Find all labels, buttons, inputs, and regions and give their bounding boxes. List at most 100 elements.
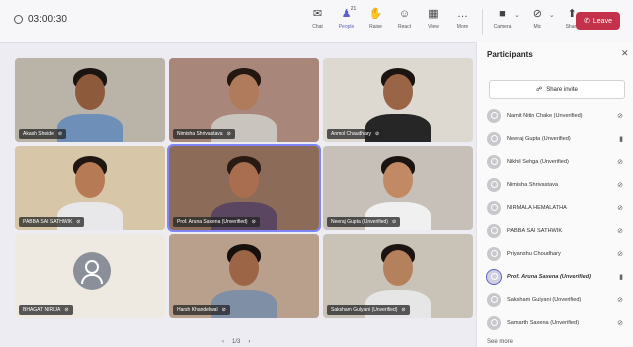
participant-row[interactable]: Nikhil Sehga (Unverified) ⊘ [487, 150, 627, 173]
avatar [487, 292, 501, 307]
avatar [487, 246, 501, 261]
leave-button[interactable]: ✆ Leave [576, 12, 620, 30]
participants-list: Namit Nitin Chake (Unverified) ⊘ Neeraj Gu… [486, 104, 627, 334]
camera-icon: ■ [499, 8, 506, 20]
video-tile[interactable]: Prof. Aruna Saxena (Unverified) ⊘ [167, 144, 321, 232]
video-tile[interactable]: PABBA SAI SATHWIK ⊘ [15, 146, 165, 230]
mic-off-icon: ⊘ [532, 8, 542, 20]
person-icon [490, 319, 498, 326]
video-tile[interactable]: Neeraj Gupta (Unverified) ⊘ [323, 146, 473, 230]
mic-off-icon: ⊘ [401, 307, 406, 313]
participant-name: Anmol Chaudhary [331, 131, 372, 137]
mic-off-icon: ⊘ [617, 158, 623, 166]
participant-face [75, 74, 105, 110]
participant-name: BHAGAT NIRIJA [23, 307, 61, 313]
participant-face [383, 74, 413, 110]
panel-title: Participants [487, 50, 533, 59]
participant-row-name: Namit Nitin Chake (Unverified) [507, 112, 583, 119]
mic-off-icon: ⊘ [375, 131, 380, 137]
participant-name-tag: BHAGAT NIRIJA ⊘ [19, 305, 73, 315]
video-tile[interactable]: BHAGAT NIRIJA ⊘ [15, 234, 165, 318]
pager-next-button[interactable]: › [248, 339, 250, 345]
mic-off-icon: ⊘ [221, 307, 226, 313]
pager-prev-button[interactable]: ‹ [222, 339, 224, 345]
person-icon [490, 158, 498, 165]
participant-name-tag: PABBA SAI SATHWIK ⊘ [19, 217, 85, 227]
more-icon: … [457, 8, 468, 20]
gallery-pager: ‹ 1/3 › [222, 339, 250, 345]
avatar [487, 108, 501, 123]
participant-row[interactable]: NIRMALA HEMALATHA ⊘ [487, 196, 627, 219]
participant-row[interactable]: Samarth Saxena (Unverified) ⊘ [487, 311, 627, 334]
see-more-link[interactable]: See more [487, 339, 513, 345]
chevron-down-icon[interactable]: ⌄ [549, 11, 555, 35]
mic-on-icon: ▮ [619, 135, 623, 143]
participant-name-tag: Neeraj Gupta (Unverified) ⊘ [327, 217, 401, 227]
toolbar-divider [482, 9, 483, 35]
participant-row[interactable]: Prof. Aruna Saxena (Unverified) ▮ [486, 265, 627, 288]
participant-row[interactable]: Neeraj Gupta (Unverified) ▮ [487, 127, 627, 150]
participant-name-tag: Anmol Chaudhary ⊘ [327, 129, 384, 139]
toolbar-mic-button[interactable]: ⊘ Mic [524, 7, 551, 35]
toolbar-react-button[interactable]: ☺ React [391, 7, 418, 35]
mic-on-icon: ▮ [619, 273, 623, 281]
participant-face [383, 250, 413, 286]
participant-face [229, 162, 259, 198]
mic-off-icon: ⊘ [617, 227, 623, 235]
toolbar-raise-button[interactable]: ✋ Raise [362, 7, 389, 35]
participant-row-name: Nikhil Sehga (Unverified) [507, 158, 569, 165]
share-invite-button[interactable]: ☍ Share invite [489, 80, 625, 99]
video-tile[interactable]: Akash Sheide ⊘ [15, 58, 165, 142]
video-tile[interactable]: Nimisha Shrivastava ⊘ [169, 58, 319, 142]
mic-off-icon: ⊘ [76, 219, 81, 225]
participant-row-name: Prof. Aruna Saxena (Unverified) [507, 273, 592, 280]
participant-name: Akash Sheide [23, 131, 54, 137]
participant-name: Saksham Gulyani (Unverified) [331, 307, 398, 313]
mic-off-icon: ⊘ [251, 219, 256, 225]
participant-row[interactable]: Namit Nitin Chake (Unverified) ⊘ [487, 104, 627, 127]
toolbar-camera-button[interactable]: ■ Camera [489, 7, 516, 35]
leave-label: Leave [592, 17, 612, 25]
meeting-timer: 03:00:30 [14, 14, 67, 25]
person-icon [490, 227, 498, 234]
meeting-toolbar: 03:00:30 ✉ Chat ♟ 21 People ✋ Raise ☺ React ▦ View… [0, 0, 633, 43]
participant-name: Neeraj Gupta (Unverified) [331, 219, 388, 225]
avatar [487, 200, 501, 215]
participant-face [383, 162, 413, 198]
toolbar-people-button[interactable]: ♟ 21 People [333, 6, 360, 35]
video-tile[interactable]: Saksham Gulyani (Unverified) ⊘ [323, 234, 473, 318]
mic-off-icon: ⊘ [617, 250, 623, 258]
person-icon [490, 181, 498, 188]
toolbar-label: More [456, 24, 469, 30]
mic-off-icon: ⊘ [617, 112, 623, 120]
people-count-badge: 21 [350, 6, 357, 12]
toolbar-chat-button[interactable]: ✉ Chat [304, 7, 331, 35]
participant-name: Harsh Khandelwal [177, 307, 218, 313]
timer-label: 03:00:30 [28, 14, 67, 25]
participant-face [75, 162, 105, 198]
person-icon [490, 204, 498, 211]
toolbar-label: People [338, 24, 355, 30]
avatar [486, 268, 502, 285]
toolbar-label: Camera [493, 24, 512, 30]
video-tile[interactable]: Anmol Chaudhary ⊘ [323, 58, 473, 142]
participant-row[interactable]: Priyanshu Choudhary ⊘ [487, 242, 627, 265]
person-icon [490, 135, 498, 142]
avatar [487, 177, 501, 192]
mic-off-icon: ⊘ [617, 296, 623, 304]
close-icon[interactable]: ✕ [621, 48, 629, 59]
participant-row[interactable]: Nimisha Shrivastava ⊘ [487, 173, 627, 196]
avatar [487, 131, 501, 146]
mic-off-icon: ⊘ [617, 204, 623, 212]
participant-name-tag: Prof. Aruna Saxena (Unverified) ⊘ [173, 217, 260, 227]
participant-row[interactable]: PABBA SAI SATHWIK ⊘ [487, 219, 627, 242]
mic-off-icon: ⊘ [64, 307, 69, 313]
share-invite-icon: ☍ [536, 87, 543, 93]
chevron-down-icon[interactable]: ⌄ [514, 11, 520, 35]
participant-row[interactable]: Saksham Gulyani (Unverified) ⊘ [487, 288, 627, 311]
participant-row-name: Neeraj Gupta (Unverified) [507, 135, 571, 142]
toolbar-view-button[interactable]: ▦ View [420, 7, 447, 35]
toolbar-label: View [428, 24, 439, 30]
video-tile[interactable]: Harsh Khandelwal ⊘ [169, 234, 319, 318]
toolbar-more-button[interactable]: … More [449, 7, 476, 35]
